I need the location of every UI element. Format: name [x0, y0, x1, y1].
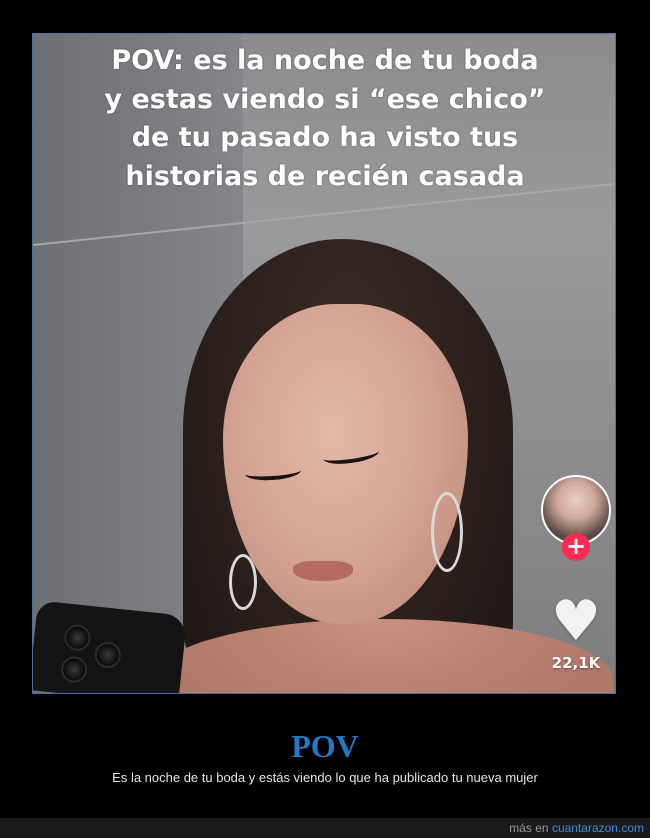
camera-lens: [63, 623, 92, 653]
caption-line: historias de recién casada: [125, 160, 525, 192]
footer-bar: más en cuantarazon.com: [0, 818, 650, 838]
like-count: 22,1K: [551, 654, 601, 672]
video-frame[interactable]: POV: es la noche de tu boda y estas vien…: [32, 33, 616, 694]
phone: [33, 600, 188, 693]
site-link[interactable]: cuantarazon.com: [552, 821, 644, 835]
caption-line: POV: es la noche de tu boda: [111, 45, 539, 76]
caption-line: de tu pasado ha visto tus: [131, 122, 519, 153]
post-title: POV: [291, 728, 359, 764]
post-description: Es la noche de tu boda y estás viendo lo…: [112, 770, 538, 785]
caption-line: y estas viendo si “ese chico”: [104, 83, 546, 115]
footer-prefix: más en: [509, 821, 552, 835]
camera-lens: [59, 655, 89, 684]
hoop-earring-right: [431, 492, 463, 572]
footer-text: más en cuantarazon.com: [509, 821, 644, 835]
lips: [293, 561, 353, 581]
camera-lens: [93, 640, 123, 670]
video-caption: POV: es la noche de tu boda y estas vien…: [33, 42, 615, 196]
hoop-earring-left: [229, 554, 257, 610]
heart-icon[interactable]: ♥: [549, 594, 603, 650]
follow-button[interactable]: +: [562, 533, 590, 561]
